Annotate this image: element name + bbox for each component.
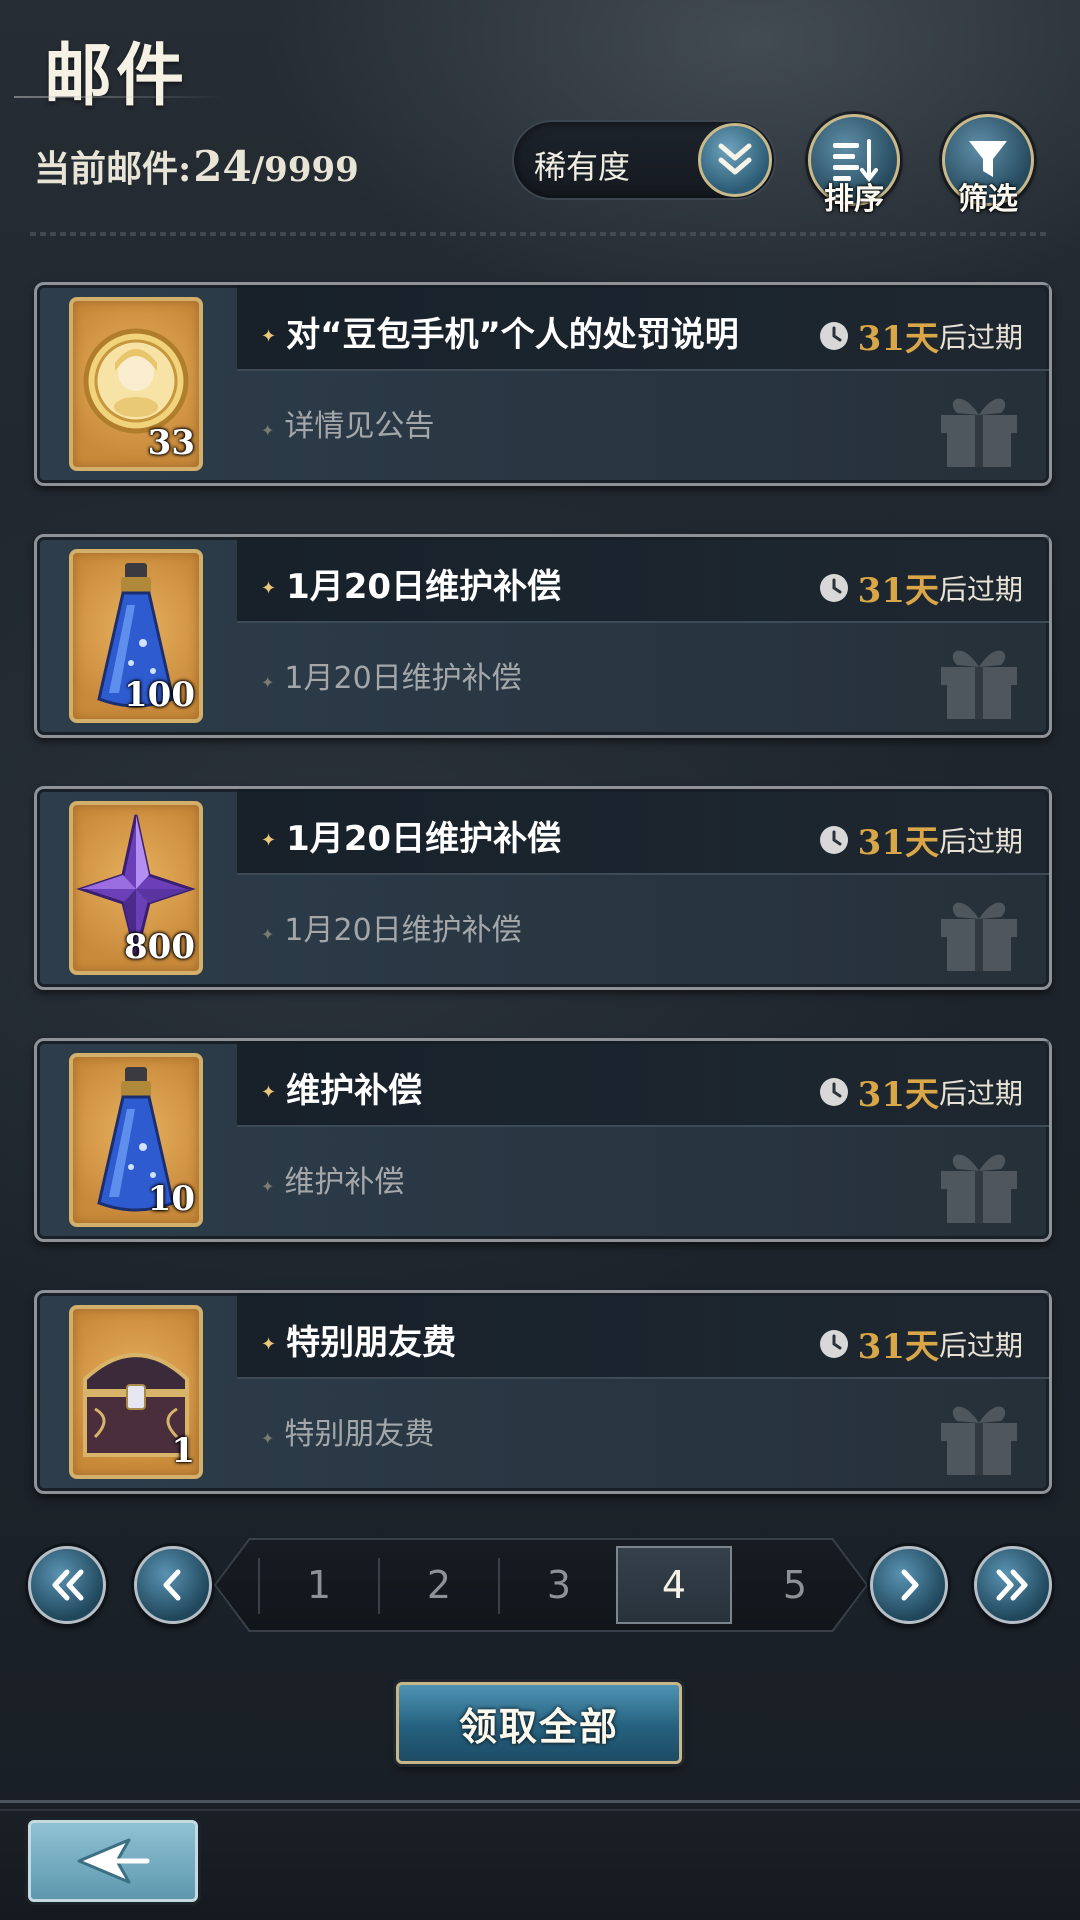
mail-description: ✦ 维护补偿 [261,1165,405,1200]
item-quantity: 1 [171,1431,195,1471]
mail-item[interactable]: 1 ✦ 特别朋友费 31天 后过期 ✦ 特别朋友费 [34,1290,1052,1494]
back-arrow-icon [77,1838,150,1884]
mail-description: ✦ 特别朋友费 [261,1417,435,1452]
gift-icon [941,1406,1017,1475]
mail-description-text: 1月20日维护补偿 [284,661,522,696]
mail-item[interactable]: 33 ✦ 对“豆包手机”个人的处罚说明 31天 后过期 ✦ 详情见公告 [34,282,1052,486]
last-page-button[interactable] [974,1546,1052,1624]
expiry-suffix: 后过期 [938,824,1023,858]
page-number[interactable]: 5 [736,1540,854,1630]
sort-dropdown-value: 稀有度 [534,148,631,186]
clock-icon [819,573,848,602]
sort-dropdown[interactable]: 稀有度 [512,120,776,200]
item-quantity: 10 [147,1179,195,1219]
sort-button[interactable]: 排序 [808,114,900,217]
mail-description: ✦ 详情见公告 [261,409,435,444]
mail-title-text: 对“豆包手机”个人的处罚说明 [286,315,739,355]
first-page-button[interactable] [28,1546,106,1624]
mail-description-text: 特别朋友费 [284,1417,435,1452]
mail-count-current: 24 [193,142,252,191]
item-quantity: 800 [124,927,195,967]
prev-page-button[interactable] [134,1546,212,1624]
gift-icon [941,1154,1017,1223]
sort-button-label: 排序 [824,182,884,217]
page-number[interactable]: 3 [500,1540,618,1630]
mail-expiry: 31天 后过期 [818,1067,1023,1116]
expiry-suffix: 后过期 [938,572,1023,606]
page-number[interactable]: 2 [380,1540,498,1630]
expiry-suffix: 后过期 [938,320,1023,354]
mail-title-text: 维护补偿 [286,1071,423,1111]
gift-icon [941,902,1017,971]
clock-icon [819,1329,848,1358]
mail-title: ✦ 对“豆包手机”个人的处罚说明 [261,315,739,355]
page-bar: 1 2 3 4 5 [216,1540,866,1630]
mail-count-max: /9999 [251,150,359,190]
header-divider [30,232,1050,236]
mail-description-text: 1月20日维护补偿 [284,913,522,948]
expiry-days: 31天 [857,823,939,863]
expiry-suffix: 后过期 [938,1076,1023,1110]
next-page-button[interactable] [870,1546,948,1624]
mail-count-label: 当前邮件: [34,148,192,190]
mail-title: ✦ 1月20日维护补偿 [261,819,562,859]
expiry-days: 31天 [857,319,939,359]
mail-title-text: 特别朋友费 [286,1323,457,1363]
filter-button[interactable]: 筛选 [942,114,1034,217]
expiry-days: 31天 [857,571,939,611]
back-button[interactable] [28,1820,198,1902]
item-quantity: 33 [147,423,195,463]
item-slot[interactable]: 10 [69,1053,203,1227]
page-number[interactable]: 1 [260,1540,378,1630]
claim-all-button[interactable]: 领取全部 [396,1682,682,1764]
title-ornament [14,96,224,98]
mail-expiry: 31天 后过期 [818,563,1023,612]
gift-icon [941,398,1017,467]
chevron-right-icon [901,1569,919,1601]
double-chevron-right-icon [996,1569,1028,1601]
expiry-days: 31天 [857,1327,939,1367]
mail-item[interactable]: 10 ✦ 维护补偿 31天 后过期 ✦ 维护补偿 [34,1038,1052,1242]
clock-icon [819,321,848,350]
clock-icon [819,825,848,854]
mail-count: 当前邮件: 24 /9999 [34,140,359,192]
item-slot[interactable]: 33 [69,297,203,471]
mail-title: ✦ 维护补偿 [261,1071,423,1111]
filter-button-label: 筛选 [958,182,1018,217]
gift-icon [941,650,1017,719]
double-chevron-down-icon[interactable] [698,123,772,197]
mail-expiry: 31天 后过期 [818,311,1023,360]
mail-item[interactable]: 800 ✦ 1月20日维护补偿 31天 后过期 ✦ 1月20日维护补偿 [34,786,1052,990]
mail-title: ✦ 特别朋友费 [261,1323,457,1363]
item-slot[interactable]: 1 [69,1305,203,1479]
chevron-left-icon [163,1569,181,1601]
mail-expiry: 31天 后过期 [818,1319,1023,1368]
expiry-days: 31天 [857,1075,939,1115]
mail-item[interactable]: 100 ✦ 1月20日维护补偿 31天 后过期 ✦ 1月20日维护补偿 [34,534,1052,738]
clock-icon [819,1077,848,1106]
mail-description-text: 详情见公告 [284,409,435,444]
mail-title-text: 1月20日维护补偿 [286,567,562,607]
item-slot[interactable]: 100 [69,549,203,723]
page-number-current[interactable]: 4 [616,1546,732,1624]
mail-description: ✦ 1月20日维护补偿 [261,661,522,696]
page-title: 邮件 [44,36,189,116]
mail-expiry: 31天 后过期 [818,815,1023,864]
item-quantity: 100 [124,675,195,715]
mail-description: ✦ 1月20日维护补偿 [261,913,522,948]
mail-title: ✦ 1月20日维护补偿 [261,567,562,607]
mail-title-text: 1月20日维护补偿 [286,819,562,859]
mail-description-text: 维护补偿 [284,1165,405,1200]
double-chevron-left-icon [52,1569,84,1601]
expiry-suffix: 后过期 [938,1328,1023,1362]
item-slot[interactable]: 800 [69,801,203,975]
